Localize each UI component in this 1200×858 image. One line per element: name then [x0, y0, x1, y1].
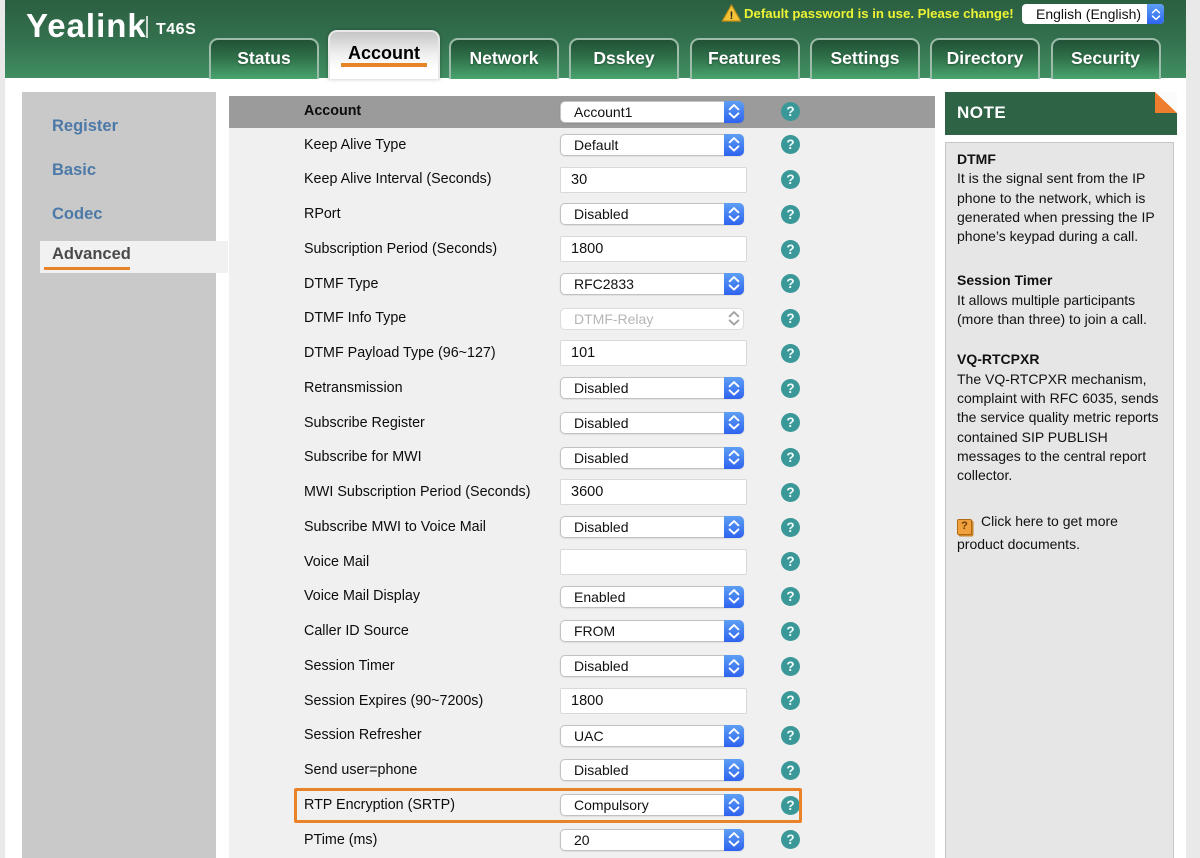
svg-text:!: !: [730, 10, 734, 22]
